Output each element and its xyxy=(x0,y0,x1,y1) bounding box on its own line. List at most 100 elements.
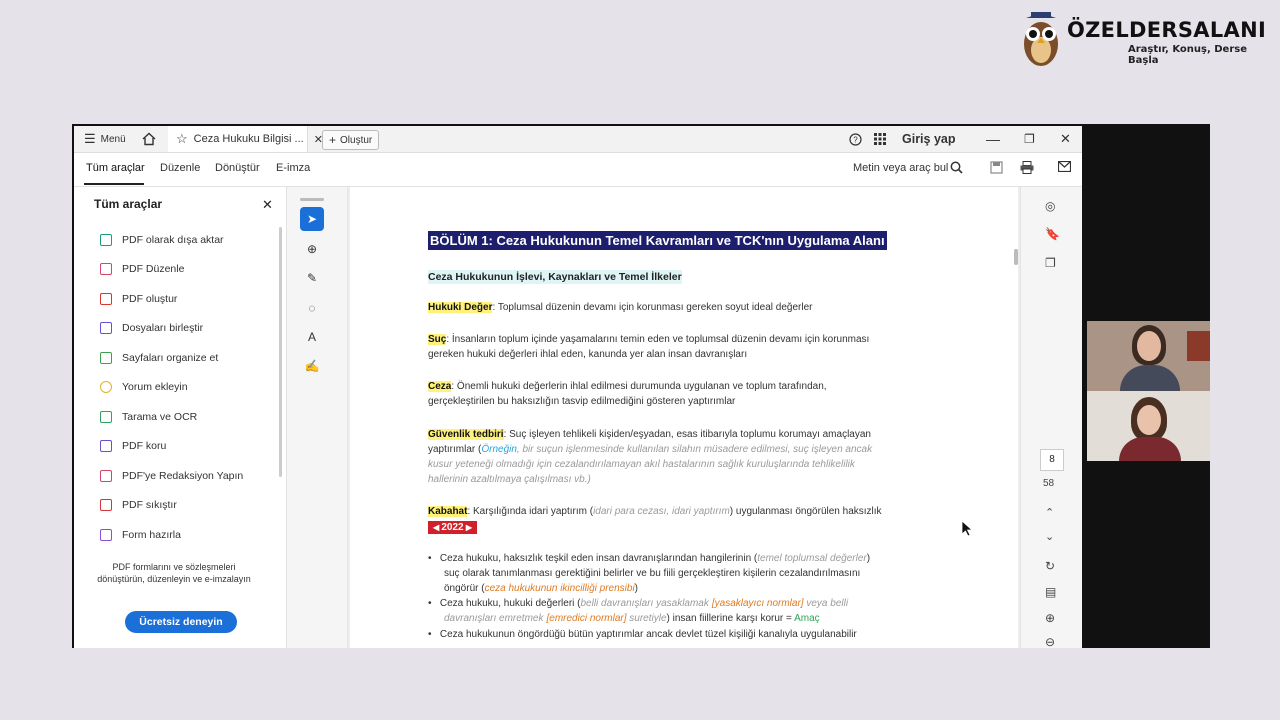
zoom-in-icon[interactable]: ⊕ xyxy=(1045,611,1055,625)
document-scrollbar[interactable] xyxy=(1014,249,1018,265)
section-title: Ceza Hukukunun İşlevi, Kaynakları ve Tem… xyxy=(428,270,682,284)
chapter-title: BÖLÜM 1: Ceza Hukukunun Temel Kavramları… xyxy=(428,231,887,250)
comment-panel-icon[interactable]: ◎ xyxy=(1045,199,1055,213)
title-bar: ☰ Menü ☆ Ceza Hukuku Bilgisi ... ✕ + Olu… xyxy=(74,126,1082,153)
active-tab-indicator xyxy=(84,183,144,185)
export-pdf-icon xyxy=(100,234,112,246)
tool-redact-pdf[interactable]: PDF'ye Redaksiyon Yapın xyxy=(100,467,243,485)
tool-label: PDF Düzenle xyxy=(122,263,185,275)
copy-pages-icon[interactable]: ❐ xyxy=(1045,256,1056,270)
tool-create-pdf[interactable]: PDF oluştur xyxy=(100,290,177,308)
select-cursor-icon[interactable]: ➤ xyxy=(300,207,324,231)
find-text-button[interactable]: Metin veya araç bul xyxy=(853,162,948,174)
tab-all-tools[interactable]: Tüm araçlar xyxy=(86,162,145,174)
webcam-tile-2 xyxy=(1087,391,1210,461)
free-trial-button[interactable]: Ücretsiz deneyin xyxy=(125,611,237,633)
tool-label: PDF'ye Redaksiyon Yapın xyxy=(122,470,244,482)
tool-label: Dosyaları birleştir xyxy=(122,322,204,334)
window-close-icon[interactable]: ✕ xyxy=(1060,126,1071,152)
highlight-pen-icon[interactable]: ✎ xyxy=(300,266,324,290)
star-icon[interactable]: ☆ xyxy=(176,131,188,147)
panel-close-icon[interactable]: ✕ xyxy=(262,197,273,213)
term-highlight: Hukuki Değer xyxy=(428,302,493,313)
next-page-icon[interactable]: ⌄ xyxy=(1045,530,1054,543)
search-icon[interactable] xyxy=(950,161,963,177)
right-arrow-icon: ▶ xyxy=(463,523,472,532)
tool-label: PDF oluştur xyxy=(122,293,178,305)
apps-grid-icon[interactable] xyxy=(874,126,886,152)
principle-term: ceza hukukunun ikincilliği prensibi xyxy=(484,583,635,594)
print-icon[interactable] xyxy=(1020,161,1034,177)
term-highlight: Suç xyxy=(428,334,447,345)
create-label: Oluştur xyxy=(340,134,373,146)
hamburger-icon: ☰ xyxy=(84,131,96,146)
help-icon[interactable]: ? xyxy=(849,126,862,152)
tool-label: PDF sıkıştır xyxy=(122,499,177,511)
tool-scan-ocr[interactable]: Tarama ve OCR xyxy=(100,408,197,426)
text-box-icon[interactable]: A xyxy=(300,325,324,349)
brand-name: ÖZELDERSALANI xyxy=(1067,18,1267,42)
rotate-icon[interactable]: ↻ xyxy=(1045,559,1055,573)
pdf-page: BÖLÜM 1: Ceza Hukukunun Temel Kavramları… xyxy=(350,187,1018,648)
term-highlight: Güvenlik tedbiri xyxy=(428,429,504,440)
text-span: hallerinin azaltılmaya çalışılması vb.) xyxy=(428,474,591,485)
quick-tools-bar: ➤ ⊕ ✎ ◌ A ✍ xyxy=(287,187,348,648)
compress-pdf-icon xyxy=(100,499,112,511)
page-number-input[interactable]: 8 xyxy=(1040,449,1064,471)
tool-export-pdf[interactable]: PDF olarak dışa aktar xyxy=(100,231,224,249)
bullet-2-line-2: davranışları emretmek [emredici normlar] … xyxy=(444,613,820,624)
tab-convert[interactable]: Dönüştür xyxy=(215,162,260,174)
text-span: Ceza hukukunun öngördüğü bütün yaptırıml… xyxy=(439,629,857,640)
bookmark-icon[interactable]: 🔖 xyxy=(1045,227,1060,241)
paragraph-crime-2: gereken hukuki değerleri ihlal eden, kan… xyxy=(428,349,748,360)
tool-add-comment[interactable]: Yorum ekleyin xyxy=(100,378,188,396)
draw-lasso-icon[interactable]: ◌ xyxy=(300,296,324,320)
add-comment-icon[interactable]: ⊕ xyxy=(300,237,324,261)
page-fit-icon[interactable]: ▤ xyxy=(1045,585,1056,599)
document-view[interactable]: BÖLÜM 1: Ceza Hukukunun Temel Kavramları… xyxy=(348,187,1020,648)
promo-text: PDF formlarını ve sözleşmeleri dönüştürü… xyxy=(74,561,274,585)
acrobat-window: ☰ Menü ☆ Ceza Hukuku Bilgisi ... ✕ + Olu… xyxy=(74,126,1082,648)
tool-combine-files[interactable]: Dosyaları birleştir xyxy=(100,319,203,337)
plus-icon: + xyxy=(329,133,337,147)
norm-term: [emredici normlar] xyxy=(546,613,627,624)
tab-edit[interactable]: Düzenle xyxy=(160,162,200,174)
tool-compress-pdf[interactable]: PDF sıkıştır xyxy=(100,496,177,514)
all-tools-panel: Tüm araçlar ✕ PDF olarak dışa aktar PDF … xyxy=(74,187,287,648)
panel-title: Tüm araçlar xyxy=(94,197,163,211)
mail-icon[interactable] xyxy=(1057,160,1072,175)
year-badge: ◀ 2022 ▶ xyxy=(428,521,477,534)
bullet-1-line-2: suç olarak tanımlanması gerektiğini beli… xyxy=(444,568,861,579)
tool-organize-pages[interactable]: Sayfaları organize et xyxy=(100,349,218,367)
edit-pdf-icon xyxy=(100,263,112,275)
text-span: veya belli xyxy=(803,598,849,609)
sign-icon[interactable]: ✍ xyxy=(300,354,324,378)
tool-prepare-form[interactable]: Form hazırla xyxy=(100,526,181,544)
paragraph-security-4: hallerinin azaltılmaya çalışılması vb.) xyxy=(428,474,591,485)
text-span: belli davranışları yasaklamak xyxy=(580,598,709,609)
document-tab[interactable]: ☆ Ceza Hukuku Bilgisi ... ✕ xyxy=(168,126,323,152)
tab-e-sign[interactable]: E-imza xyxy=(276,162,310,174)
menu-button[interactable]: ☰ Menü xyxy=(84,126,126,152)
create-button[interactable]: + Oluştur xyxy=(322,130,380,150)
previous-page-icon[interactable]: ⌃ xyxy=(1045,506,1054,519)
restore-icon[interactable]: ❐ xyxy=(1024,126,1035,152)
tool-edit-pdf[interactable]: PDF Düzenle xyxy=(100,260,184,278)
text-span: , bir suçun işlenmesinde kullanılan sila… xyxy=(516,444,873,455)
top-toolbar: Tüm araçlar Düzenle Dönüştür E-imza Meti… xyxy=(74,153,1082,187)
text-span: ) xyxy=(866,553,871,564)
drag-handle[interactable] xyxy=(300,198,324,201)
background-picture xyxy=(1187,331,1210,361)
panel-scrollbar[interactable] xyxy=(279,227,282,477)
text-span: ) uygulanması öngörülen haksızlık xyxy=(729,506,882,517)
save-icon[interactable] xyxy=(990,161,1003,177)
zoom-out-icon[interactable]: ⊖ xyxy=(1045,635,1055,648)
bullet-1-line-3: öngörür (ceza hukukunun ikincilliği pren… xyxy=(444,583,638,594)
home-icon[interactable] xyxy=(142,126,156,152)
paragraph-penalty-1: Ceza: Önemli hukuki değerlerin ihlal edi… xyxy=(428,381,827,392)
tool-protect-pdf[interactable]: PDF koru xyxy=(100,437,166,455)
bullet-1-line-1: • Ceza hukuku, haksızlık teşkil eden ins… xyxy=(428,553,870,564)
sign-in-button[interactable]: Giriş yap xyxy=(902,126,956,152)
minimize-icon[interactable]: — xyxy=(986,126,1000,152)
text-span: yaptırımlar ( xyxy=(428,444,482,455)
